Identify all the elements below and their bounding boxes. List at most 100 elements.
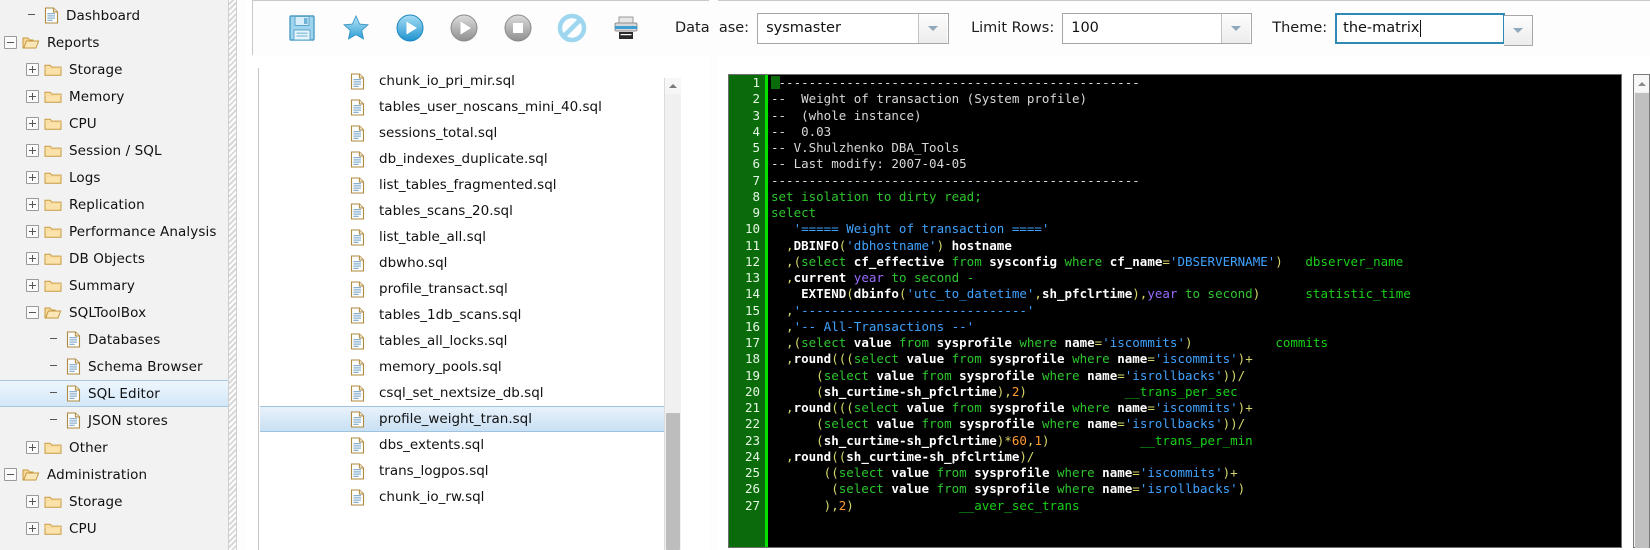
list-item[interactable]: sessions_total.sql xyxy=(260,120,672,146)
editor-splitter[interactable] xyxy=(709,0,718,550)
theme-input[interactable]: the-matrix xyxy=(1335,12,1534,46)
folder-icon xyxy=(44,91,62,103)
code-token: ----------------------------------------… xyxy=(771,75,1140,90)
list-item[interactable]: tables_user_noscans_mini_40.sql xyxy=(260,94,672,120)
run-button[interactable] xyxy=(383,3,437,53)
expand-icon[interactable] xyxy=(26,279,39,292)
sidebar-item-sqltoolbox[interactable]: SQLToolBox xyxy=(0,299,228,326)
sidebar-item-storage[interactable]: Storage xyxy=(0,56,228,83)
list-item[interactable]: trans_logpos.sql xyxy=(260,458,672,484)
scroll-up-icon[interactable] xyxy=(665,78,681,94)
code-token: from xyxy=(921,367,952,383)
theme-dropdown-arrow[interactable] xyxy=(1504,14,1534,46)
list-item[interactable]: csql_set_nextsize_db.sql xyxy=(260,380,672,406)
list-item[interactable]: profile_transact.sql xyxy=(260,276,672,302)
collapse-icon[interactable] xyxy=(4,468,17,481)
list-item[interactable]: dbwho.sql xyxy=(260,250,672,276)
sidebar-item-json-stores[interactable]: JSON stores xyxy=(0,407,228,434)
save-button[interactable] xyxy=(275,3,329,53)
sidebar-item-reports[interactable]: Reports xyxy=(0,29,228,56)
sidebar-item-schema-browser[interactable]: Schema Browser xyxy=(0,353,228,380)
collapse-icon[interactable] xyxy=(26,306,39,319)
expand-icon[interactable] xyxy=(26,117,39,130)
script-file-list[interactable]: chunk_io_pri_mir.sql tables_user_noscans_… xyxy=(260,68,672,510)
list-item[interactable]: list_tables_fragmented.sql xyxy=(260,172,672,198)
print-button[interactable] xyxy=(599,3,653,53)
code-token: ))/ xyxy=(1222,416,1246,432)
sidebar-splitter-handle[interactable] xyxy=(228,0,237,550)
sql-file-icon xyxy=(350,488,365,506)
list-item[interactable]: list_table_all.sql xyxy=(260,224,672,250)
code-line: set isolation to dirty read; xyxy=(771,189,1621,205)
code-token: from xyxy=(898,335,930,350)
favorite-button[interactable] xyxy=(329,3,383,53)
editor-scrollbar[interactable] xyxy=(1633,74,1650,548)
expand-icon[interactable] xyxy=(26,171,39,184)
chevron-down-icon[interactable] xyxy=(1221,13,1251,43)
sidebar-item-sql-editor[interactable]: SQL Editor xyxy=(0,380,228,407)
code-token: value xyxy=(846,335,899,350)
code-token: , xyxy=(771,237,794,253)
file-name: tables_scans_20.sql xyxy=(379,203,513,219)
sidebar-item-databases[interactable]: Databases xyxy=(0,326,228,353)
toolbar-button-group xyxy=(253,3,653,53)
code-token: ((( xyxy=(831,400,854,415)
file-name: chunk_io_pri_mir.sql xyxy=(379,73,515,89)
run-step-button[interactable] xyxy=(437,3,491,53)
expand-icon[interactable] xyxy=(26,63,39,76)
sidebar-item-other[interactable]: Other xyxy=(0,434,228,461)
database-select[interactable]: sysmaster xyxy=(757,12,950,44)
sidebar-item-db-objects[interactable]: DB Objects xyxy=(0,245,228,272)
code-token: year xyxy=(1147,286,1178,302)
expand-icon[interactable] xyxy=(26,198,39,211)
list-item[interactable]: chunk_io_rw.sql xyxy=(260,484,672,510)
theme-field-group: Theme: the-matrix xyxy=(1272,12,1534,46)
stop-button[interactable] xyxy=(491,3,545,53)
file-list-scrollbar[interactable] xyxy=(664,78,681,550)
sidebar-item-performance-analysis[interactable]: Performance Analysis xyxy=(0,218,228,245)
list-item[interactable]: tables_1db_scans.sql xyxy=(260,302,672,328)
sidebar-item-cpu[interactable]: CPU xyxy=(0,515,228,542)
expand-icon[interactable] xyxy=(26,441,39,454)
list-item[interactable]: memory_pools.sql xyxy=(260,354,672,380)
code-token: EXTEND xyxy=(801,286,847,302)
list-item[interactable]: profile_weight_tran.sql xyxy=(260,406,672,432)
scroll-up-icon[interactable] xyxy=(1634,75,1649,92)
cancel-icon xyxy=(557,13,587,43)
list-item[interactable]: db_indexes_duplicate.sql xyxy=(260,146,672,172)
expand-icon[interactable] xyxy=(26,90,39,103)
chevron-down-icon[interactable] xyxy=(918,13,948,43)
collapse-icon[interactable] xyxy=(4,36,17,49)
expand-icon[interactable] xyxy=(26,522,39,535)
file-list-scroll-thumb[interactable] xyxy=(666,413,680,550)
list-item[interactable]: dbs_extents.sql xyxy=(260,432,672,458)
sidebar-item-label: Performance Analysis xyxy=(69,223,217,240)
sidebar-item-memory[interactable]: Memory xyxy=(0,83,228,110)
list-item[interactable]: tables_all_locks.sql xyxy=(260,328,672,354)
sidebar-item-cpu[interactable]: CPU xyxy=(0,110,228,137)
sidebar-item-dashboard[interactable]: Dashboard xyxy=(0,2,228,29)
sql-code-content[interactable]: ----------------------------------------… xyxy=(771,75,1621,547)
expand-icon[interactable] xyxy=(26,495,39,508)
list-item[interactable]: chunk_io_pri_mir.sql xyxy=(260,68,672,94)
limit-rows-select[interactable]: 100 xyxy=(1062,12,1253,44)
sidebar-item-logs[interactable]: Logs xyxy=(0,164,228,191)
code-token: ----------------------------------------… xyxy=(771,172,1140,188)
navigation-tree[interactable]: Dashboard Reports Storage Memory CPU Session … xyxy=(0,2,228,542)
list-item[interactable]: tables_scans_20.sql xyxy=(260,198,672,224)
sidebar-item-administration[interactable]: Administration xyxy=(0,461,228,488)
cancel-button[interactable] xyxy=(545,3,599,53)
sidebar-item-session-sql[interactable]: Session / SQL xyxy=(0,137,228,164)
sidebar-item-storage[interactable]: Storage xyxy=(0,488,228,515)
expand-icon[interactable] xyxy=(26,144,39,157)
expand-icon[interactable] xyxy=(26,225,39,238)
code-token: )+ xyxy=(1237,351,1253,367)
sidebar-item-summary[interactable]: Summary xyxy=(0,272,228,299)
code-token: value xyxy=(868,416,922,432)
sidebar-item-replication[interactable]: Replication xyxy=(0,191,228,218)
line-number: 15 xyxy=(744,302,760,318)
sql-code-editor[interactable]: 1 2 3 4 5 6 7 8 9 10 11 12 13 14 15 16 17 18 19 20 21 22 23 24 2… xyxy=(728,74,1622,548)
editor-scroll-thumb[interactable] xyxy=(1635,93,1649,548)
expand-icon[interactable] xyxy=(26,252,39,265)
sql-file-icon xyxy=(350,280,365,298)
